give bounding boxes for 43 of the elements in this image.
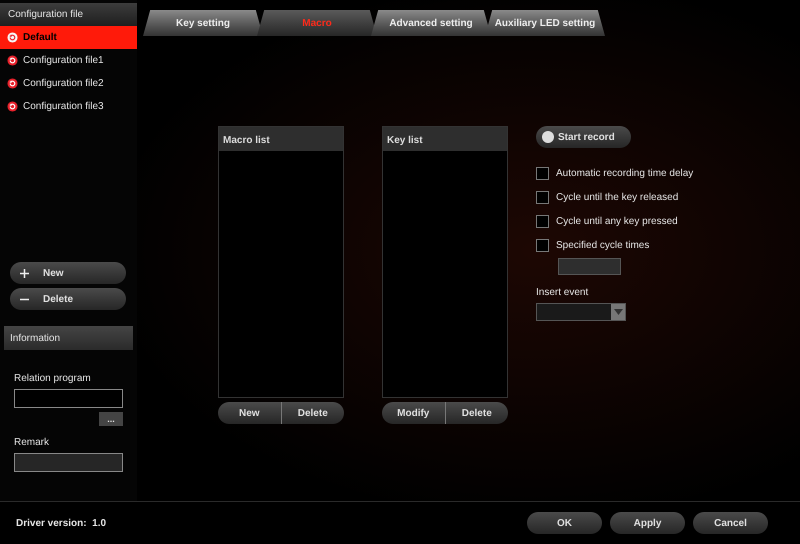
record-icon bbox=[542, 131, 554, 143]
field-label: Insert event bbox=[536, 286, 590, 300]
profile-icon bbox=[7, 78, 18, 89]
panel-title: Key list bbox=[383, 127, 507, 151]
remark-field[interactable] bbox=[14, 453, 123, 472]
option-checkbox[interactable]: Specified cycle times bbox=[536, 238, 696, 253]
driver-version: Driver version: 1.0 bbox=[16, 516, 106, 530]
list-action-button[interactable]: Delete bbox=[444, 402, 508, 424]
delete-profile-button[interactable]: Delete bbox=[10, 288, 126, 310]
checkbox[interactable] bbox=[536, 191, 549, 204]
profile-icon bbox=[7, 101, 18, 112]
profile-item[interactable]: Configuration file2 bbox=[0, 72, 137, 95]
new-profile-button[interactable]: New bbox=[10, 262, 126, 284]
profile-item[interactable]: Default bbox=[0, 26, 137, 49]
caret-icon bbox=[614, 309, 622, 315]
profile-item[interactable]: Configuration file3 bbox=[0, 95, 137, 118]
list-action-button[interactable]: Delete bbox=[280, 402, 344, 424]
checkbox[interactable] bbox=[536, 167, 549, 180]
profile-icon bbox=[7, 55, 18, 66]
checkbox[interactable] bbox=[536, 239, 549, 252]
cycle-times-field[interactable] bbox=[558, 258, 621, 275]
plus-icon bbox=[20, 268, 29, 278]
option-checkbox[interactable]: Cycle until any key pressed bbox=[536, 214, 696, 229]
profile-icon bbox=[7, 32, 18, 43]
list-action-button[interactable]: Modify bbox=[382, 402, 444, 424]
panel-title: Macro list bbox=[219, 127, 343, 151]
sidebar-title: Configuration file bbox=[0, 3, 137, 26]
field-label: Remark bbox=[14, 436, 50, 450]
insert-event-dropdown[interactable] bbox=[536, 303, 626, 321]
list-action-button[interactable]: New bbox=[218, 402, 280, 424]
profile-item[interactable]: Configuration file1 bbox=[0, 49, 137, 72]
browse-button[interactable]: ... bbox=[99, 412, 123, 426]
checkbox[interactable] bbox=[536, 215, 549, 228]
dialog-button[interactable]: Apply bbox=[610, 512, 685, 534]
dialog-button[interactable]: Cancel bbox=[693, 512, 768, 534]
option-checkbox[interactable]: Cycle until the key released bbox=[536, 190, 696, 205]
start-record-button[interactable]: Start record bbox=[536, 126, 631, 148]
dialog-button[interactable]: OK bbox=[527, 512, 602, 534]
information-header: Information bbox=[4, 326, 133, 350]
tab[interactable]: Auxiliary LED setting bbox=[485, 10, 605, 36]
field-label: Relation program bbox=[14, 372, 92, 386]
relation-program-field[interactable] bbox=[14, 389, 123, 408]
option-checkbox[interactable]: Automatic recording time delay bbox=[536, 166, 696, 181]
